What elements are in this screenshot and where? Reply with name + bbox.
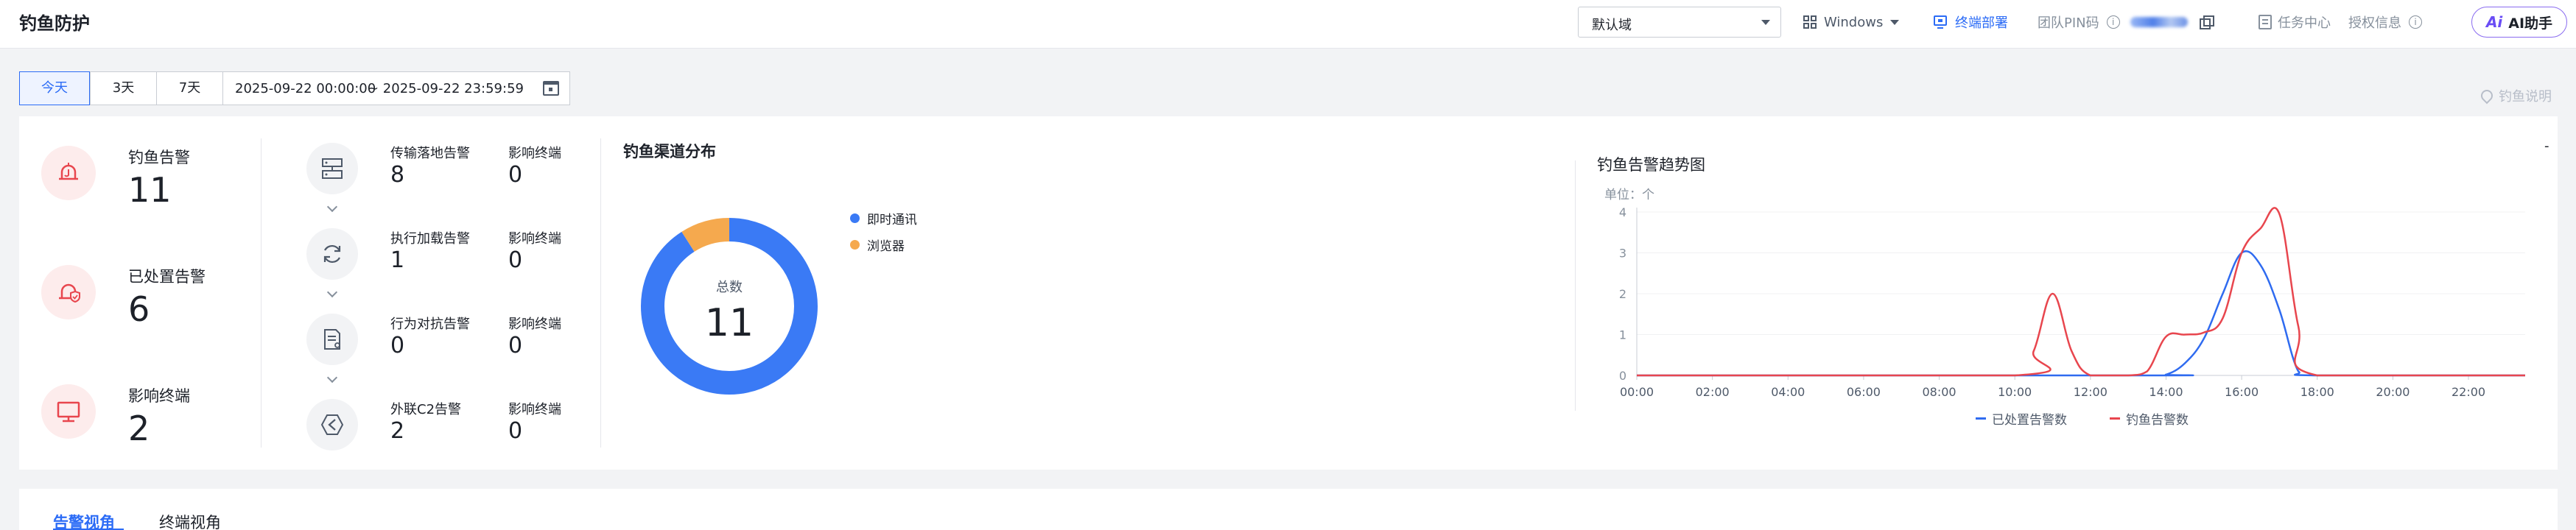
info-icon[interactable]: i [2409, 15, 2422, 29]
x-tick-label: 10:00 [1998, 385, 2032, 399]
trend-legend-handled[interactable]: 已处置告警数 [1976, 409, 2067, 428]
calendar-icon[interactable] [543, 81, 559, 96]
chevron-down-icon [1761, 20, 1770, 25]
caret-down-icon [1890, 19, 1900, 25]
team-pin: 团队PIN码 i [2038, 12, 2214, 32]
domain-select-value: 默认域 [1592, 18, 1632, 33]
x-tick-label: 06:00 [1847, 385, 1881, 399]
info-icon[interactable]: i [2106, 15, 2120, 29]
x-tick-label: 04:00 [1771, 385, 1805, 399]
date-range-picker[interactable]: 2025-09-22 00:00:00 ~ 2025-09-22 23:59:5… [222, 71, 570, 105]
windows-icon [1803, 15, 1817, 29]
monitor-deploy-icon [1934, 15, 1947, 29]
series-line-0[interactable] [1637, 250, 2525, 377]
series-line-1[interactable] [1636, 207, 2525, 377]
y-tick-label: 2 [1619, 287, 1626, 301]
x-tick-label: 02:00 [1696, 385, 1730, 399]
date-range-end: ~ 2025-09-22 23:59:59 [368, 81, 524, 96]
license-info-label: 授权信息 [2348, 15, 2401, 31]
team-pin-label: 团队PIN码 [2038, 15, 2099, 31]
date-filter-bar: 今天 3天 7天 2025-09-22 00:00:00 ~ 2025-09-2… [19, 71, 570, 105]
trend-legend-alarm[interactable]: 钓鱼告警数 [2110, 409, 2189, 428]
tab-endpoint-view[interactable]: 终端视角 [159, 511, 221, 530]
date-tab-3days[interactable]: 3天 [90, 71, 156, 105]
task-center-link[interactable]: 任务中心 [2259, 12, 2331, 32]
task-list-icon [2259, 15, 2272, 29]
x-tick-label: 14:00 [2149, 385, 2183, 399]
domain-select[interactable]: 默认域 [1578, 7, 1781, 38]
legend-label: 钓鱼告警数 [2126, 413, 2189, 428]
phishing-help-link[interactable]: 钓鱼说明 [2478, 86, 2552, 105]
ai-logo-icon: Ai [2485, 13, 2503, 31]
x-tick-label: 12:00 [2074, 385, 2108, 399]
task-center-label: 任务中心 [2278, 15, 2331, 31]
copy-icon[interactable] [2199, 15, 2214, 29]
tab-alarm-view[interactable]: 告警视角 [53, 511, 115, 530]
y-tick-label: 1 [1619, 328, 1626, 342]
y-tick-label: 0 [1619, 369, 1626, 383]
y-tick-label: 4 [1619, 205, 1626, 219]
x-tick-label: 00:00 [1620, 385, 1654, 399]
license-info[interactable]: 授权信息 i [2348, 12, 2422, 32]
top-header: 钓鱼防护 默认域 Windows 终端部署 团队PIN码 i 任务中心 授权信息… [0, 0, 2576, 49]
x-tick-label: 16:00 [2225, 385, 2259, 399]
legend-line-swatch [1976, 417, 1986, 420]
x-tick-label: 08:00 [1922, 385, 1956, 399]
os-select-value: Windows [1824, 14, 1884, 30]
date-tab-7days[interactable]: 7天 [156, 71, 222, 105]
y-tick-label: 3 [1619, 247, 1626, 261]
phishing-help-label: 钓鱼说明 [2499, 89, 2552, 105]
location-pin-icon [2478, 87, 2496, 105]
date-tab-today[interactable]: 今天 [19, 71, 90, 105]
legend-line-swatch [2110, 417, 2120, 420]
legend-label: 已处置告警数 [1992, 413, 2067, 428]
deploy-link[interactable]: 终端部署 [1933, 12, 2008, 32]
x-tick-label: 18:00 [2300, 385, 2334, 399]
team-pin-value-masked [2130, 17, 2188, 27]
overview-card: 钓鱼告警 11 已处置告警 6 影响终端 2 传输落地告警 8 影响终端 0 执… [19, 116, 2558, 470]
deploy-link-label: 终端部署 [1955, 15, 2008, 31]
x-tick-label: 20:00 [2376, 385, 2410, 399]
view-tabs: 告警视角 终端视角 [19, 489, 2558, 530]
ai-assistant-label: AI助手 [2508, 15, 2553, 32]
os-select[interactable]: Windows [1803, 12, 1900, 32]
ai-assistant-button[interactable]: Ai AI助手 [2471, 7, 2567, 38]
page-title: 钓鱼防护 [19, 13, 90, 34]
date-range-start: 2025-09-22 00:00:00 [235, 81, 376, 96]
x-tick-label: 22:00 [2452, 385, 2485, 399]
